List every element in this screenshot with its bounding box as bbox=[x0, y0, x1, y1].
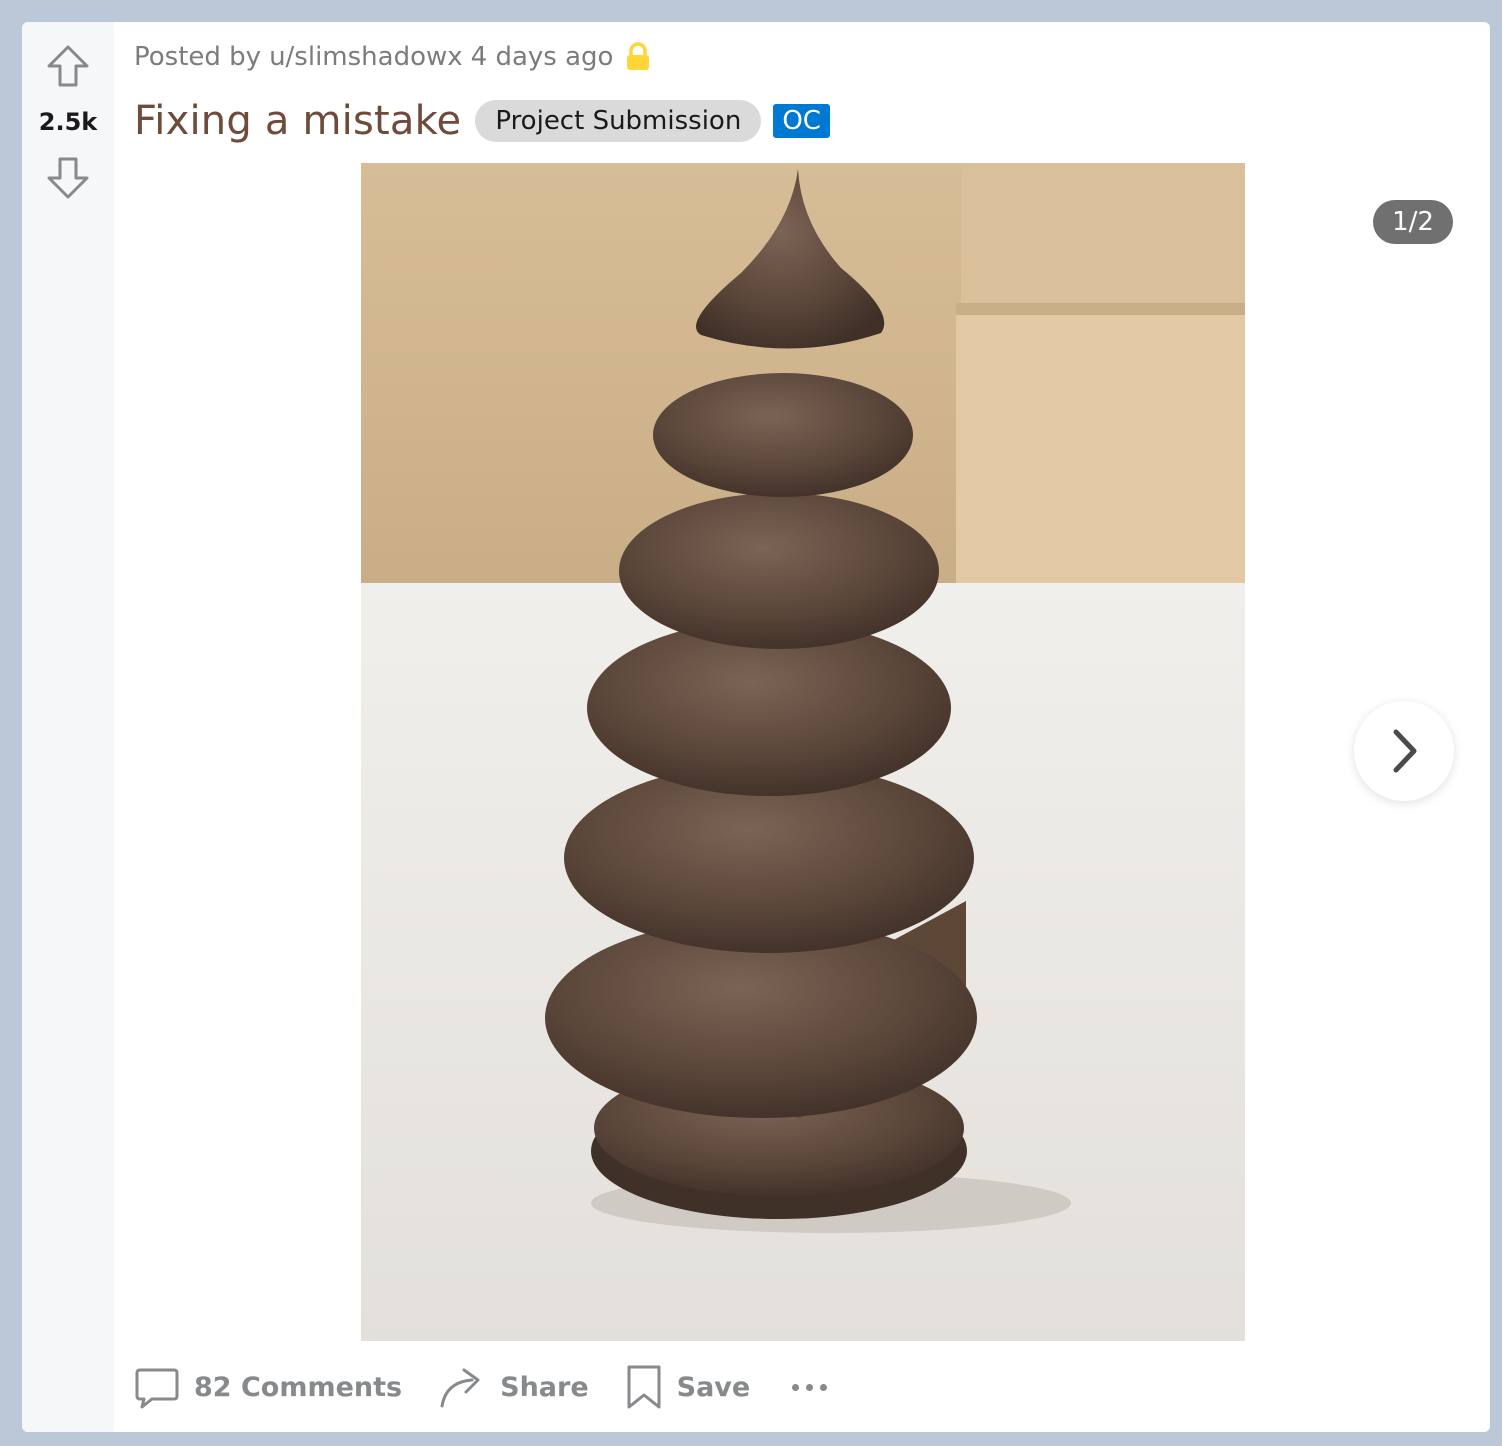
arrow-up-icon bbox=[47, 45, 89, 87]
post-meta: Posted by u/slimshadowx 4 days ago bbox=[134, 42, 651, 72]
posted-by-label: Posted by bbox=[134, 42, 262, 72]
wooden-tree-photo bbox=[361, 163, 1245, 1341]
chevron-right-icon bbox=[1393, 729, 1417, 773]
comments-label: 82 Comments bbox=[194, 1371, 403, 1403]
gallery-next-button[interactable] bbox=[1354, 701, 1454, 801]
action-bar: 82 Comments Share Save bbox=[134, 1362, 828, 1412]
title-row: Fixing a mistake Project Submission OC bbox=[134, 98, 830, 144]
comment-bubble-icon bbox=[135, 1368, 179, 1409]
downvote-button[interactable] bbox=[44, 154, 92, 202]
ellipsis-dot bbox=[806, 1383, 814, 1391]
arrow-down-icon bbox=[47, 157, 89, 199]
ellipsis-dot bbox=[820, 1383, 828, 1391]
comments-button[interactable]: 82 Comments bbox=[134, 1364, 402, 1410]
vote-column: 2.5k bbox=[22, 22, 114, 1432]
gallery-counter: 1/2 bbox=[1373, 200, 1453, 244]
save-label: Save bbox=[676, 1371, 751, 1403]
share-arrow-icon bbox=[440, 1368, 480, 1408]
more-options-button[interactable] bbox=[792, 1383, 828, 1391]
author-link[interactable]: u/slimshadowx bbox=[269, 42, 463, 72]
lock-icon bbox=[627, 42, 650, 70]
flair-badge[interactable]: Project Submission bbox=[475, 100, 762, 142]
share-label: Share bbox=[500, 1371, 589, 1403]
post-card: 2.5k Posted by u/slimshadowx 4 days ago … bbox=[22, 22, 1490, 1432]
share-button[interactable]: Share bbox=[438, 1364, 589, 1410]
ellipsis-icon bbox=[792, 1383, 800, 1391]
save-button[interactable]: Save bbox=[625, 1363, 751, 1411]
post-image[interactable] bbox=[361, 163, 1245, 1341]
oc-badge: OC bbox=[773, 104, 830, 138]
post-age[interactable]: 4 days ago bbox=[471, 42, 614, 72]
vote-count: 2.5k bbox=[38, 108, 98, 136]
upvote-button[interactable] bbox=[44, 42, 92, 90]
post-title[interactable]: Fixing a mistake bbox=[134, 98, 461, 144]
bookmark-icon bbox=[627, 1365, 661, 1409]
